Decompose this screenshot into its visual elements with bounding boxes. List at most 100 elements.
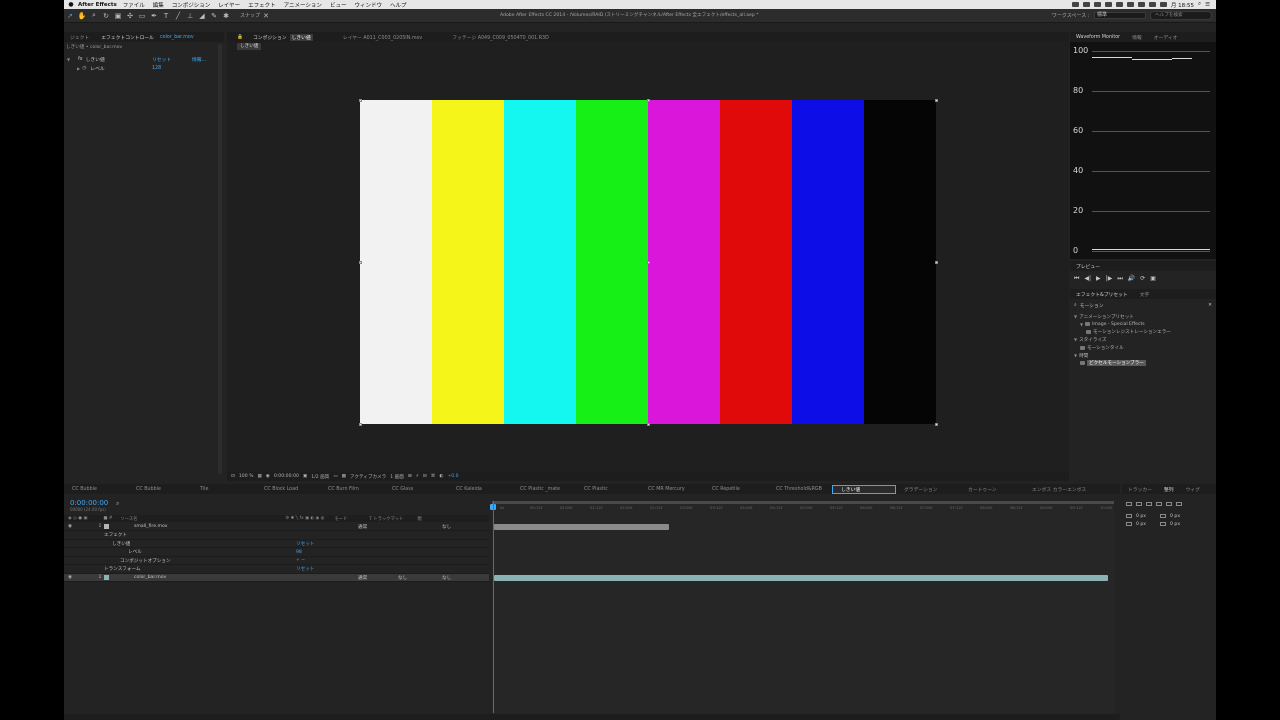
puppet-tool-icon[interactable]: ✱ — [220, 10, 232, 22]
menu-effect[interactable]: エフェクト — [248, 1, 276, 9]
tab-tracker[interactable]: トラッカー — [1122, 486, 1158, 493]
audio-icon[interactable]: 🔊 — [1128, 275, 1135, 283]
distance-value[interactable]: 0 px — [1136, 522, 1146, 527]
loop-icon[interactable]: ⟳ — [1140, 275, 1145, 283]
timeline-tab[interactable]: CC Plastic — [576, 487, 640, 492]
tab-info[interactable]: 情報 — [1126, 34, 1148, 41]
apple-icon[interactable]: ● — [64, 1, 78, 8]
distribute-icon[interactable] — [1160, 522, 1167, 526]
timeline-tab[interactable]: CC Glass — [384, 487, 448, 492]
track-area[interactable] — [492, 515, 1114, 715]
first-frame-icon[interactable]: ⏮ — [1074, 275, 1079, 283]
timeline-tab[interactable]: CC Threshold&RGB — [768, 487, 832, 492]
param-value[interactable]: 128 — [152, 66, 161, 71]
timeline-tab[interactable]: CC Plastic _mate — [512, 487, 576, 492]
timeline-current-time[interactable]: 0:00:00:00 — [70, 499, 108, 507]
mode-header[interactable]: モード — [334, 516, 347, 522]
align-right-icon[interactable] — [1146, 502, 1152, 506]
transform-handle[interactable] — [646, 98, 650, 102]
tab-character[interactable]: 文字 — [1134, 291, 1156, 298]
transform-handle[interactable] — [646, 422, 650, 426]
text-tool-icon[interactable]: T — [160, 10, 172, 22]
display-icon[interactable] — [1104, 2, 1112, 7]
menu-window[interactable]: ウィンドウ — [354, 1, 382, 9]
snapshot-icon[interactable]: ◉ — [266, 474, 270, 479]
previous-frame-icon[interactable]: ◀| — [1084, 275, 1091, 283]
transform-handle[interactable] — [358, 98, 362, 102]
roto-brush-tool-icon[interactable]: ✎ — [208, 10, 220, 22]
dropbox-icon[interactable] — [1071, 2, 1079, 7]
region-of-interest-icon[interactable]: ▭ — [333, 474, 337, 479]
tab-composition[interactable]: コンポジション — [253, 34, 287, 41]
transform-handle[interactable] — [646, 260, 650, 264]
layer-row[interactable]: ◉ 1 small_fire.mov 通常 なし — [64, 523, 489, 531]
fx-icon[interactable]: fx — [78, 57, 83, 62]
property-row[interactable]: コンポジットオプション + − — [64, 557, 489, 565]
blend-mode-dropdown[interactable]: 通常 — [358, 524, 367, 530]
eye-icon[interactable]: ◉ — [68, 575, 72, 580]
parent-header[interactable]: 親 — [417, 516, 421, 522]
align-hcenter-icon[interactable] — [1136, 502, 1142, 506]
eye-icon[interactable]: ◉ — [68, 524, 72, 529]
disclosure-triangle-icon[interactable]: ▼ — [1074, 337, 1077, 342]
trkmat-header[interactable]: T トラックマット — [369, 516, 403, 522]
layer-row[interactable]: ◉ 2 color_bar.mov 通常 なし なし — [64, 574, 489, 582]
preset-tree-item[interactable]: ▼ 時間 — [1074, 352, 1088, 359]
fast-previews-icon[interactable]: ⚡ — [416, 474, 419, 479]
tab-effect-controls[interactable]: エフェクトコントロール — [95, 34, 160, 41]
clear-search-icon[interactable]: ✕ — [1208, 303, 1212, 308]
timeline-search-icon[interactable]: ⌕ — [116, 500, 119, 508]
tab-wiggler[interactable]: ウィグ — [1180, 486, 1206, 493]
distribute-icon[interactable] — [1126, 522, 1132, 526]
resolution-dropdown[interactable]: 1/2 画質 — [311, 474, 329, 480]
sync-icon[interactable] — [1093, 2, 1101, 7]
camera-tool-icon[interactable]: ▣ — [112, 10, 124, 22]
timeline-icon[interactable]: ⊟ — [423, 474, 427, 479]
layer-bar-color-bar[interactable] — [494, 575, 1108, 581]
blend-mode-dropdown[interactable]: 通常 — [358, 575, 367, 581]
reset-link[interactable]: リセット — [152, 56, 171, 63]
timeline-tab[interactable]: CC Bubble — [64, 487, 128, 492]
reset-exposure-icon[interactable]: ◐ — [439, 474, 443, 479]
rectangle-tool-icon[interactable]: ▭ — [136, 10, 148, 22]
hand-tool-icon[interactable]: ✋ — [76, 10, 88, 22]
label-color-swatch[interactable] — [104, 575, 109, 580]
zoom-tool-icon[interactable]: ⌕ — [88, 10, 100, 22]
last-frame-icon[interactable]: ⏭ — [1117, 275, 1122, 283]
composition-canvas[interactable] — [358, 98, 938, 426]
layer-bar-small-fire[interactable] — [494, 524, 669, 530]
transform-handle[interactable] — [934, 98, 938, 102]
rotate-tool-icon[interactable]: ↻ — [100, 10, 112, 22]
flowchart-icon[interactable]: ⌘ — [431, 474, 436, 479]
distribute-icon[interactable] — [1160, 514, 1167, 518]
label-color-swatch[interactable] — [104, 524, 109, 529]
exposure-value[interactable]: +0.0 — [447, 474, 458, 479]
preset-tree-item[interactable]: ピクセルモーションブラー — [1080, 360, 1146, 367]
transform-handle[interactable] — [358, 422, 362, 426]
timeline-tab[interactable]: CC Repetile — [704, 487, 768, 492]
pan-behind-tool-icon[interactable]: ✣ — [124, 10, 136, 22]
disclosure-triangle-icon[interactable]: ▼ — [1074, 314, 1077, 319]
time-ruler[interactable]: 0s 00:12f 01:00f 01:12f 02:00f 02:12f 03:00f 03… — [492, 501, 1114, 515]
property-value[interactable]: + − — [296, 558, 305, 563]
tab-audio[interactable]: オーディオ — [1148, 34, 1184, 41]
tab-project[interactable]: ジェクト — [64, 34, 95, 41]
current-time[interactable]: 0:00:00:00 — [274, 474, 299, 479]
preset-tree-item[interactable]: モーションタイル — [1080, 344, 1124, 351]
timeline-tab[interactable]: Tile — [192, 487, 256, 492]
selection-tool-icon[interactable]: ➚ — [64, 10, 76, 22]
current-time-indicator[interactable] — [493, 501, 494, 713]
property-value[interactable]: リセット — [296, 541, 314, 547]
tab-align[interactable]: 整列 — [1158, 486, 1180, 493]
toggle-pixel-aspect-icon[interactable]: ⊞ — [408, 474, 412, 479]
lock-icon[interactable]: 🔒 — [237, 35, 243, 40]
property-row[interactable]: レベル 98 — [64, 549, 489, 557]
work-area-bar[interactable] — [492, 501, 1114, 504]
property-row[interactable]: しきい値 リセット — [64, 540, 489, 548]
tab-layer[interactable]: レイヤー A011_C003_0205IN.mov — [343, 34, 423, 41]
preset-tree-item[interactable]: ▼ アニメーションプリセット — [1074, 313, 1134, 320]
align-top-icon[interactable] — [1156, 502, 1162, 506]
align-vcenter-icon[interactable] — [1166, 502, 1172, 506]
property-row[interactable]: エフェクト — [64, 532, 489, 540]
menu-file[interactable]: ファイル — [123, 1, 145, 9]
